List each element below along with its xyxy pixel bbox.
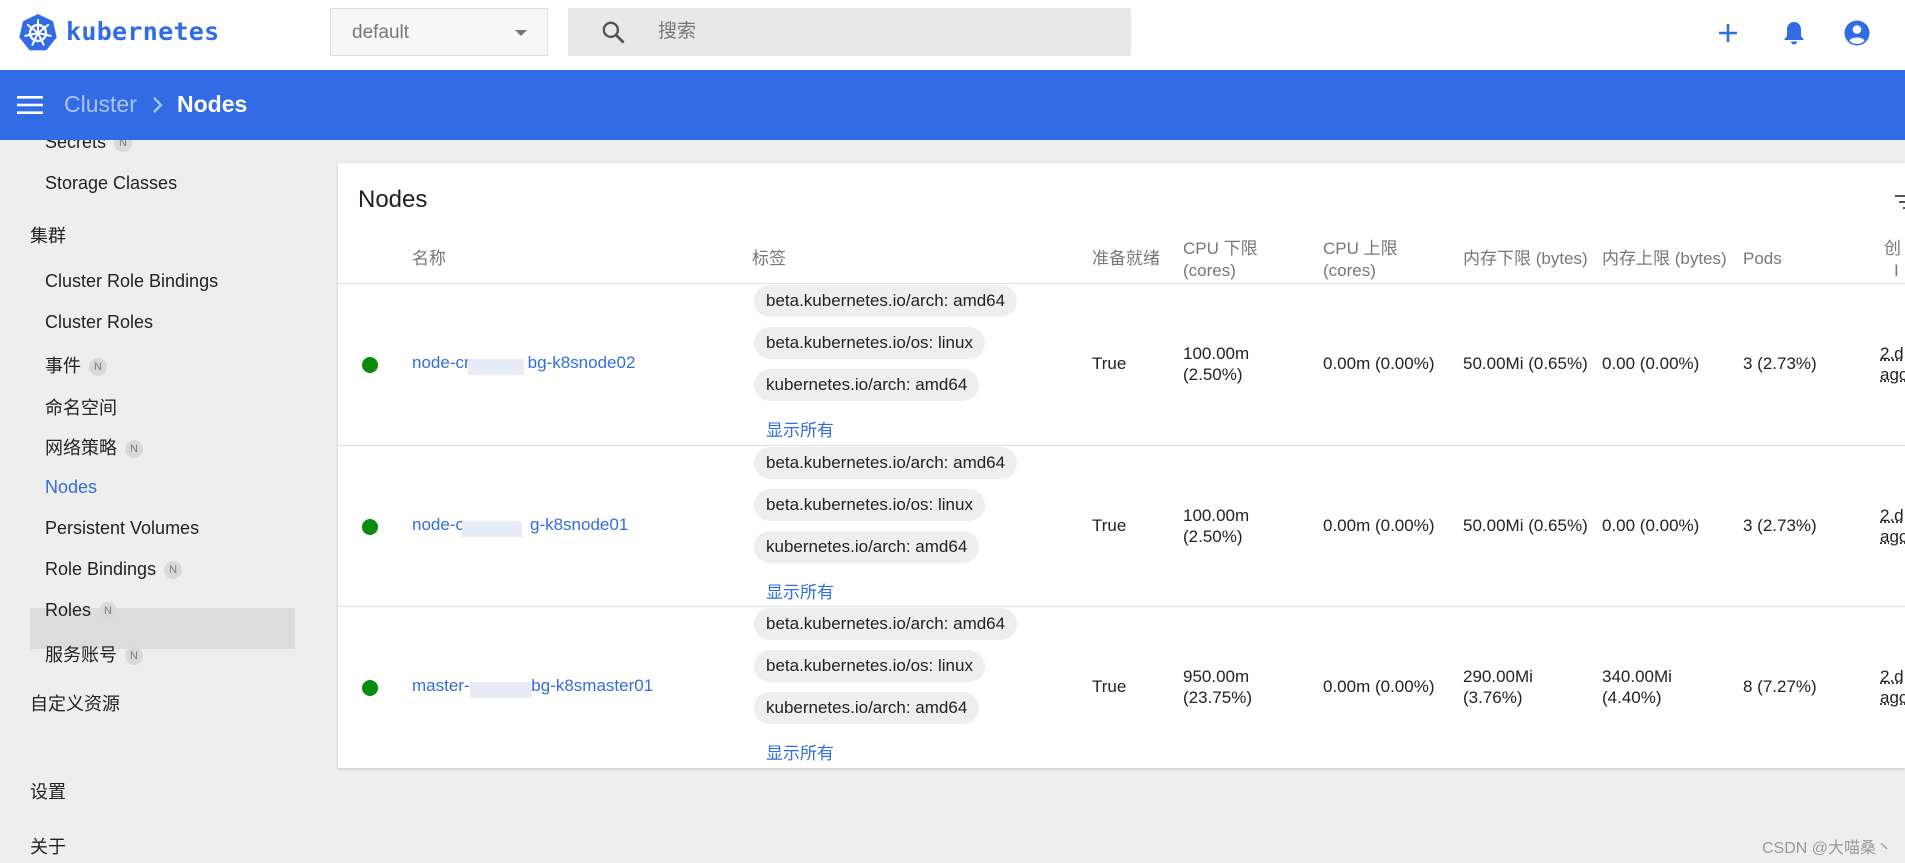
sidebar-item-secrets[interactable]: Secrets N (45, 140, 133, 153)
pods-value: 8 (7.27%) (1743, 677, 1817, 696)
show-all-labels-link[interactable]: 显示所有 (766, 739, 834, 764)
ready-value: True (1092, 677, 1127, 696)
top-bar: kubernetes default (0, 0, 1905, 70)
sidebar-item-events[interactable]: 事件 N (45, 352, 107, 378)
table-row: node-cr bg-k8snode02 beta.kubernetes.io/a… (338, 284, 1905, 445)
created-age: 2.d ago (1880, 667, 1905, 707)
cpu-requests-value: 950.00m (23.75%) (1183, 667, 1252, 707)
sidebar-item-storage-classes[interactable]: Storage Classes (45, 173, 177, 194)
column-header-cpu-limits[interactable]: CPU 上限 (cores) (1323, 238, 1398, 282)
card-title: Nodes (358, 186, 428, 213)
label-chip: kubernetes.io/arch: amd64 (754, 531, 980, 563)
cpu-requests-value: 100.00m (2.50%) (1183, 344, 1250, 384)
ready-status-icon (362, 519, 378, 535)
redacted-mask (462, 521, 522, 537)
sidebar-section-cluster[interactable]: 集群 (30, 222, 66, 248)
show-all-labels-link[interactable]: 显示所有 (766, 416, 834, 441)
breadcrumb-current: Nodes (177, 91, 248, 117)
filter-icon[interactable] (1893, 190, 1905, 214)
column-header-pods[interactable]: Pods (1743, 248, 1782, 270)
breadcrumb-bar: Cluster Nodes (0, 70, 1905, 140)
created-age: 2.d ago (1880, 344, 1905, 384)
account-circle-icon[interactable] (1842, 18, 1872, 48)
nodes-card: Nodes 名称 标签 准备就绪 CPU 下限 (cores) CPU 上限 (co… (338, 163, 1905, 768)
ready-value: True (1092, 516, 1127, 535)
label-chip: beta.kubernetes.io/arch: amd64 (754, 608, 1018, 640)
table-row: node-c g-k8snode01 beta.kubernetes.io/arc… (338, 446, 1905, 607)
memory-limits-value: 0.00 (0.00%) (1602, 516, 1700, 535)
sidebar-item-settings[interactable]: 设置 (30, 778, 66, 804)
namespaced-badge: N (125, 647, 143, 665)
sidebar: Secrets N Storage Classes 集群 Cluster Role… (0, 140, 302, 863)
ready-status-icon (362, 357, 378, 373)
search-input[interactable] (658, 8, 1118, 56)
memory-requests-value: 290.00Mi (3.76%) (1463, 667, 1533, 707)
label-chip: beta.kubernetes.io/os: linux (754, 327, 985, 359)
add-icon[interactable] (1713, 18, 1743, 48)
memory-limits-value: 0.00 (0.00%) (1602, 354, 1700, 373)
label-chip: beta.kubernetes.io/arch: amd64 (754, 447, 1018, 479)
redacted-mask (468, 359, 524, 375)
sidebar-item-role-bindings[interactable]: Role Bindings N (45, 559, 183, 580)
column-header-ready: 准备就绪 (1092, 249, 1160, 268)
node-name-link[interactable]: master- -bg-k8smaster01 (412, 676, 653, 696)
pods-value: 3 (2.73%) (1743, 354, 1817, 373)
column-header-cpu-requests[interactable]: CPU 下限 (cores) (1183, 238, 1258, 282)
sidebar-item-cluster-role-bindings[interactable]: Cluster Role Bindings (45, 271, 218, 292)
memory-requests-value: 50.00Mi (0.65%) (1463, 516, 1588, 535)
sidebar-item-nodes[interactable]: Nodes (45, 477, 97, 498)
cpu-limits-value: 0.00m (0.00%) (1323, 516, 1435, 535)
sidebar-section-custom-resources[interactable]: 自定义资源 (30, 690, 120, 716)
namespaced-badge: N (89, 358, 107, 376)
column-header-labels: 标签 (752, 249, 786, 268)
brand-name[interactable]: kubernetes (66, 17, 220, 46)
sidebar-item-cluster-roles[interactable]: Cluster Roles (45, 312, 153, 333)
redacted-mask (470, 682, 532, 698)
namespace-value: default (352, 22, 410, 43)
memory-limits-value: 340.00Mi (4.40%) (1602, 667, 1672, 707)
cpu-requests-value: 100.00m (2.50%) (1183, 506, 1250, 546)
cpu-limits-value: 0.00m (0.00%) (1323, 354, 1435, 373)
menu-hamburger-icon[interactable] (16, 92, 44, 118)
breadcrumb-cluster-link[interactable]: Cluster (64, 91, 137, 118)
namespace-select[interactable]: default (330, 8, 548, 56)
label-chip: kubernetes.io/arch: amd64 (754, 369, 980, 401)
sidebar-item-persistent-volumes[interactable]: Persistent Volumes (45, 518, 199, 539)
column-header-name[interactable]: 名称 (412, 248, 446, 270)
notifications-bell-icon[interactable] (1779, 18, 1809, 48)
memory-requests-value: 50.00Mi (0.65%) (1463, 354, 1588, 373)
sidebar-item-namespaces[interactable]: 命名空间 (45, 394, 117, 420)
show-all-labels-link[interactable]: 显示所有 (766, 578, 834, 603)
pods-value: 3 (2.73%) (1743, 516, 1817, 535)
cpu-limits-value: 0.00m (0.00%) (1323, 677, 1435, 696)
search-box[interactable] (568, 8, 1131, 56)
sidebar-item-about[interactable]: 关于 (30, 833, 66, 859)
kubernetes-logo-icon[interactable] (18, 13, 58, 53)
label-chip: beta.kubernetes.io/arch: amd64 (754, 285, 1018, 317)
ready-value: True (1092, 354, 1127, 373)
label-chip: kubernetes.io/arch: amd64 (754, 692, 980, 724)
sidebar-item-network-policies[interactable]: 网络策略 N (45, 434, 143, 460)
caret-down-icon (515, 30, 527, 36)
namespaced-badge: N (114, 140, 133, 152)
namespaced-badge: N (99, 602, 118, 620)
ready-status-icon (362, 680, 378, 696)
sidebar-item-service-accounts[interactable]: 服务账号 N (45, 641, 143, 667)
column-header-created[interactable]: 创I (1884, 238, 1901, 282)
namespaced-badge: N (125, 440, 143, 458)
table-row: master- -bg-k8smaster01 beta.kubernetes.i… (338, 607, 1905, 768)
column-header-memory-limits[interactable]: 内存上限 (bytes) (1602, 248, 1727, 270)
sidebar-item-roles[interactable]: Roles N (45, 600, 118, 621)
label-chip: beta.kubernetes.io/os: linux (754, 650, 985, 682)
created-age: 2.d ago (1880, 506, 1905, 546)
watermark: CSDN @大喵桑丶 (1762, 840, 1893, 857)
namespaced-badge: N (164, 561, 183, 579)
label-chip: beta.kubernetes.io/os: linux (754, 489, 985, 521)
search-icon (602, 21, 625, 44)
chevron-right-icon (153, 97, 163, 113)
column-header-memory-requests[interactable]: 内存下限 (bytes) (1463, 248, 1588, 270)
